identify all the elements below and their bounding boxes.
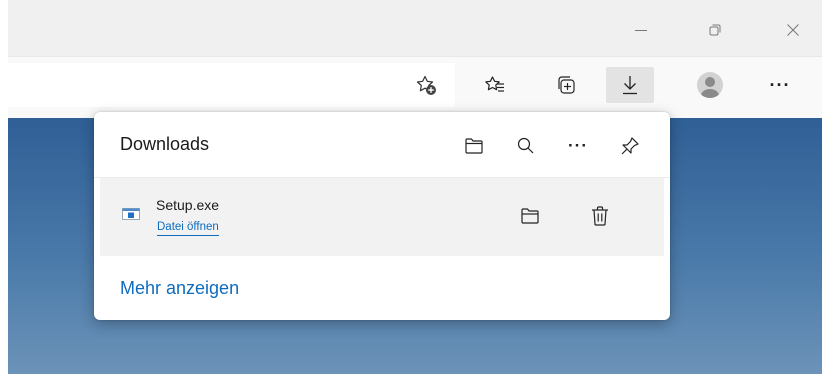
downloads-button[interactable] — [606, 67, 654, 103]
search-icon — [516, 136, 536, 156]
title-bar — [8, 0, 822, 56]
pin-to-toolbar-button[interactable] — [614, 130, 646, 162]
search-downloads-button[interactable] — [510, 130, 542, 162]
show-in-folder-button[interactable] — [514, 200, 546, 232]
close-icon — [786, 23, 800, 37]
browser-toolbar: ··· — [8, 56, 822, 119]
exe-file-icon — [122, 207, 140, 221]
downloads-more-options-button[interactable]: ··· — [562, 130, 594, 162]
open-downloads-folder-button[interactable] — [458, 130, 490, 162]
trash-icon — [590, 205, 610, 227]
add-favorite-icon — [415, 74, 437, 96]
address-bar[interactable] — [8, 63, 455, 107]
pin-icon — [619, 135, 641, 157]
downloads-panel: Downloads ··· Setup.exe Datei öffnen Meh… — [94, 112, 670, 320]
folder-icon — [520, 207, 540, 225]
show-more-link[interactable]: Mehr anzeigen — [120, 278, 239, 299]
restore-button[interactable] — [692, 12, 738, 48]
delete-download-button[interactable] — [584, 200, 616, 232]
open-file-link[interactable]: Datei öffnen — [157, 221, 219, 236]
browser-window: ··· Downloads ··· Setup.exe Datei öffnen… — [8, 0, 822, 374]
download-item[interactable]: Setup.exe Datei öffnen — [100, 178, 664, 256]
download-icon — [619, 74, 641, 96]
collections-button[interactable] — [546, 65, 586, 105]
collections-icon — [555, 74, 577, 96]
restore-icon — [708, 23, 722, 37]
profile-avatar — [697, 72, 723, 98]
settings-more-button[interactable]: ··· — [760, 65, 800, 105]
profile-button[interactable] — [690, 65, 730, 105]
folder-icon — [464, 137, 484, 155]
more-icon: ··· — [769, 74, 791, 95]
panel-title: Downloads — [120, 134, 210, 154]
more-icon: ··· — [568, 136, 588, 155]
favorites-icon — [484, 74, 506, 96]
download-file-name: Setup.exe — [156, 197, 220, 213]
add-favorite-button[interactable] — [406, 65, 446, 105]
minimize-icon — [634, 23, 648, 37]
favorites-button[interactable] — [475, 65, 515, 105]
minimize-button[interactable] — [618, 12, 664, 48]
close-button[interactable] — [770, 12, 816, 48]
